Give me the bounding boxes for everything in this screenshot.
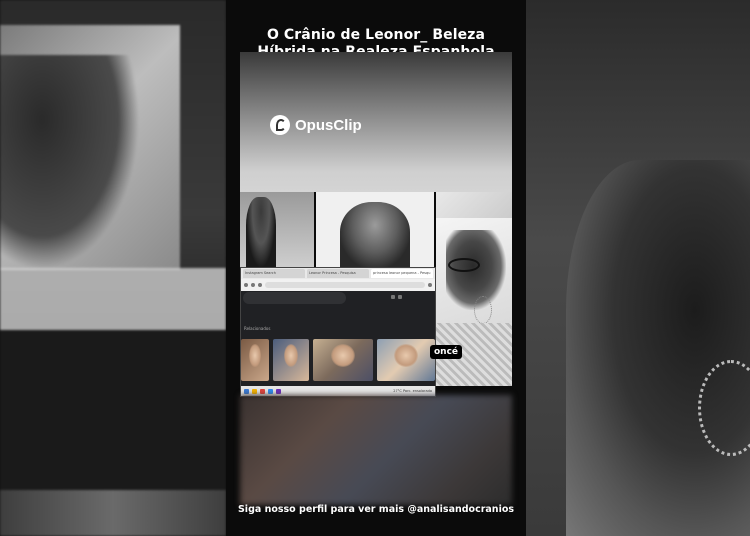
app-icon[interactable] bbox=[276, 388, 281, 394]
opusclip-logo-text: OpusClip bbox=[295, 116, 362, 134]
reload-icon[interactable] bbox=[258, 283, 262, 287]
extensions-icon[interactable] bbox=[428, 283, 432, 287]
background-right-blur bbox=[526, 0, 750, 536]
follow-caption: Siga nosso perfil para ver mais @analisa… bbox=[237, 504, 515, 515]
background-figure bbox=[0, 55, 140, 270]
name-caption-badge: oncé bbox=[430, 345, 463, 359]
browser-tab[interactable]: Instagram Search bbox=[243, 269, 305, 278]
url-field[interactable] bbox=[265, 282, 425, 288]
background-left-blur bbox=[0, 0, 226, 536]
related-label: Relacionados bbox=[244, 326, 271, 331]
background-profile-face bbox=[566, 160, 750, 536]
image-result[interactable] bbox=[377, 339, 435, 381]
browser-address-bar bbox=[241, 279, 435, 291]
edge-icon[interactable] bbox=[268, 388, 273, 394]
image-result[interactable] bbox=[313, 339, 373, 381]
start-icon[interactable] bbox=[244, 388, 249, 394]
opusclip-watermark: OpusClip bbox=[270, 115, 362, 135]
explorer-icon[interactable] bbox=[252, 388, 257, 394]
search-box[interactable] bbox=[243, 292, 346, 304]
opusclip-logo-icon bbox=[270, 115, 290, 135]
apps-icon[interactable] bbox=[398, 295, 402, 299]
browser-tab-active[interactable]: princesa leonor pequena - Pesqu bbox=[371, 269, 433, 278]
weather-status: 27°C Parc. ensolarado bbox=[393, 389, 432, 393]
browser-screenshot: Instagram Search Leonor Princesa - Pesqu… bbox=[240, 267, 436, 397]
settings-icon[interactable] bbox=[391, 295, 395, 299]
video-frame: O Crânio de Leonor_ Beleza Híbrida na Re… bbox=[226, 0, 526, 536]
forward-icon[interactable] bbox=[251, 283, 255, 287]
background-thumbnails bbox=[0, 490, 226, 536]
video-title-line1: O Crânio de Leonor_ Beleza bbox=[266, 27, 486, 43]
blurred-image-area bbox=[240, 395, 512, 505]
photo-woman-portrait bbox=[316, 192, 434, 268]
browser-tab[interactable]: Leonor Princesa - Pesquisa bbox=[307, 269, 369, 278]
background-browser-strip bbox=[0, 268, 226, 330]
image-results bbox=[241, 339, 435, 381]
photo-woman-sunglasses bbox=[436, 218, 512, 386]
image-result[interactable] bbox=[241, 339, 269, 381]
search-tools bbox=[391, 295, 402, 299]
back-icon[interactable] bbox=[244, 283, 248, 287]
image-result[interactable] bbox=[273, 339, 309, 381]
photo-woman-seated bbox=[240, 192, 314, 268]
chrome-icon[interactable] bbox=[260, 388, 265, 394]
browser-tabstrip: Instagram Search Leonor Princesa - Pesqu… bbox=[241, 268, 435, 279]
